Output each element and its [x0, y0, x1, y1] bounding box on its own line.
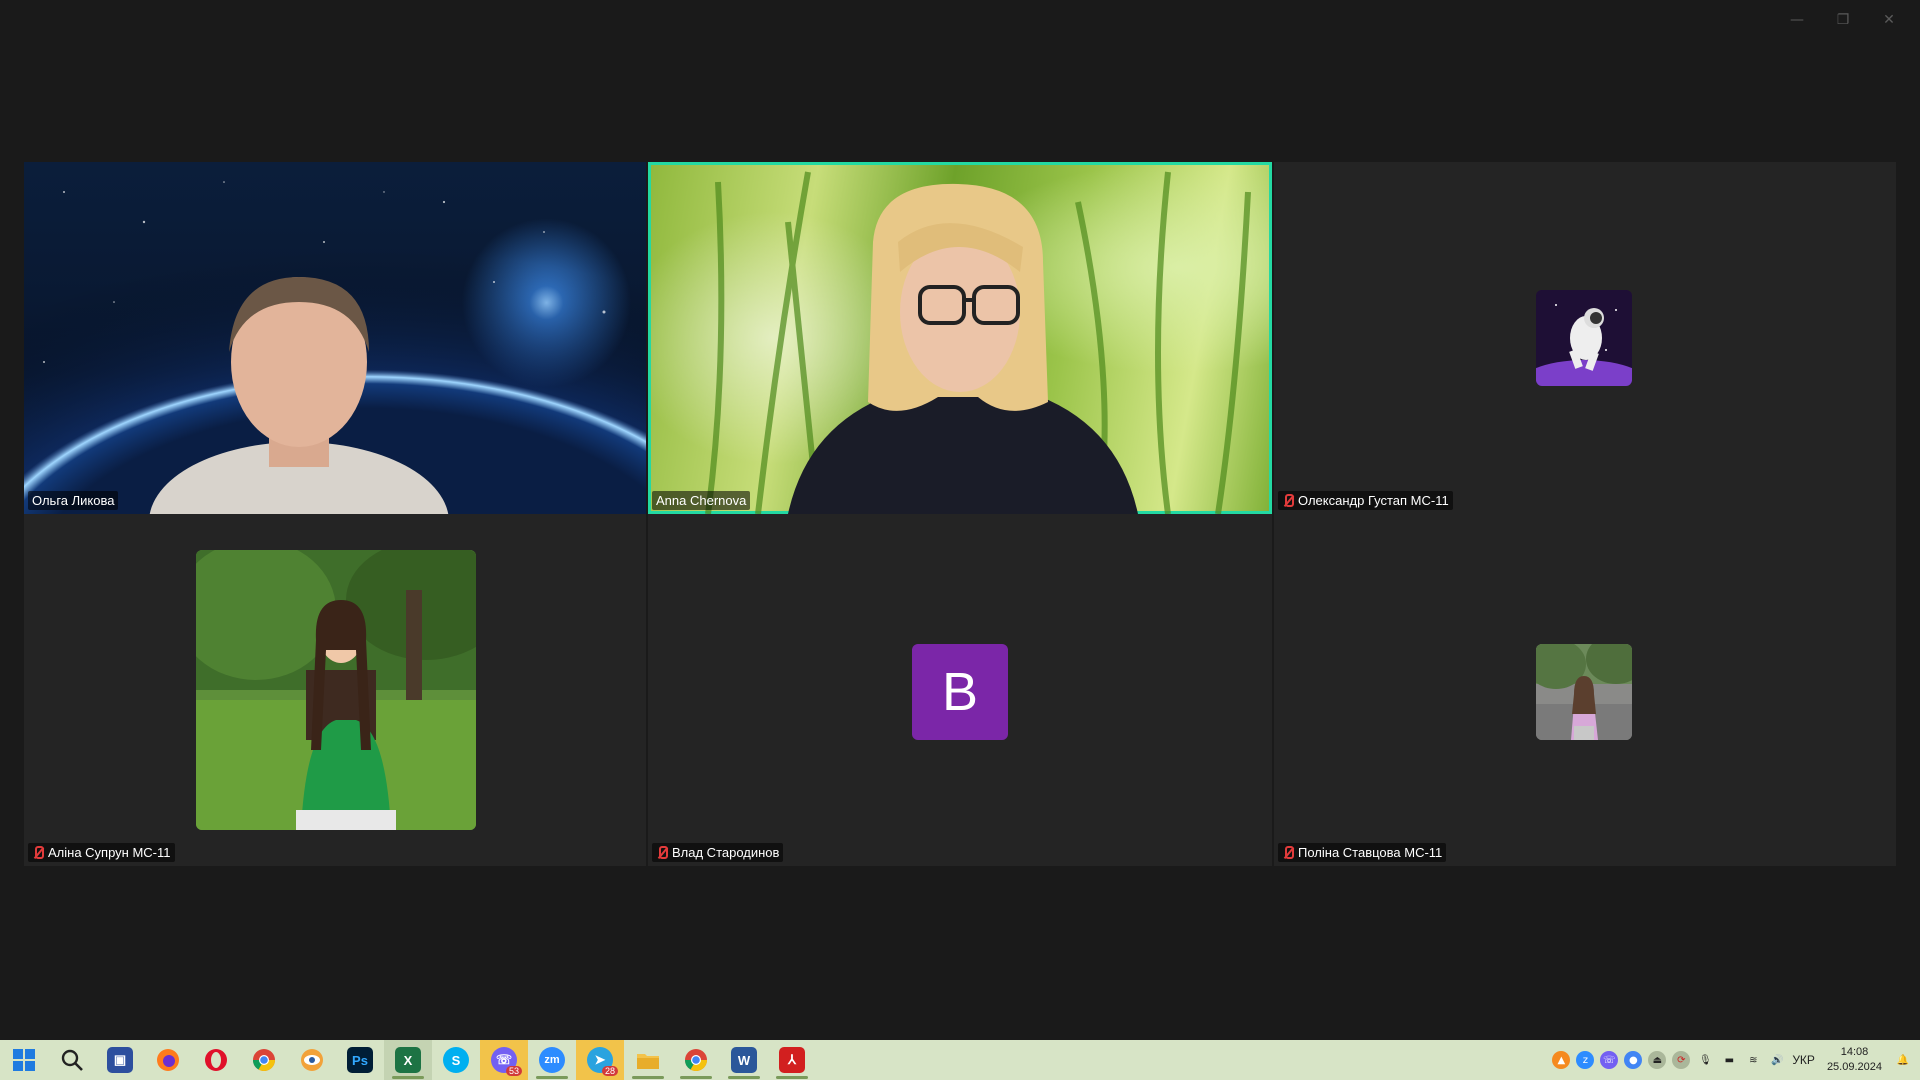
windows-taskbar: ▣ Ps X S ☏ 53 zm ➤ 28 W ⅄ ▲ z ☏ ● ⏏ ⟳ 🎙 … [0, 1040, 1920, 1080]
participant-name-tag: Anna Chernova [652, 491, 751, 510]
save-icon: ▣ [107, 1047, 133, 1073]
acrobat-icon: ⅄ [779, 1047, 805, 1073]
taskbar-app[interactable] [288, 1040, 336, 1080]
video-feed [24, 162, 646, 514]
participant-tile[interactable]: Поліна Ставцова МС-11 [1274, 514, 1896, 866]
taskbar-apps: ▣ Ps X S ☏ 53 zm ➤ 28 W ⅄ [0, 1040, 816, 1080]
video-feed [705, 171, 1251, 514]
start-icon [13, 1049, 35, 1071]
battery-icon[interactable]: ▬ [1720, 1051, 1738, 1069]
zoom-tray-icon[interactable]: z [1576, 1051, 1595, 1069]
profile-photo-icon [196, 550, 476, 830]
skype-icon: S [443, 1047, 469, 1073]
participant-tile-active-speaker[interactable]: Anna Chernova [648, 162, 1272, 514]
microphone-icon[interactable]: 🎙 [1696, 1051, 1714, 1069]
viber-tray-icon[interactable]: ☏ [1600, 1051, 1619, 1069]
avatar [1536, 290, 1632, 386]
taskbar-app[interactable]: ⅄ [768, 1040, 816, 1080]
zoom-meeting-window: — ❐ ✕ Ольга Ликова Anna Chernova Олексан… [0, 0, 1920, 1040]
usb-icon[interactable]: ⏏ [1648, 1051, 1667, 1069]
eye-app-icon [301, 1049, 323, 1071]
minimize-button[interactable]: — [1774, 6, 1820, 34]
participant-tile[interactable]: Ольга Ликова [24, 162, 646, 514]
taskbar-app[interactable] [144, 1040, 192, 1080]
taskbar-app[interactable]: ▣ [96, 1040, 144, 1080]
word-icon: W [731, 1047, 757, 1073]
taskbar-app[interactable]: zm [528, 1040, 576, 1080]
restore-button[interactable]: ❐ [1820, 6, 1866, 34]
excel-icon: X [395, 1047, 421, 1073]
sync-icon[interactable]: ⟳ [1672, 1051, 1691, 1069]
mic-muted-icon [656, 845, 668, 860]
volume-icon[interactable]: 🔊 [1768, 1051, 1786, 1069]
avatar [1536, 644, 1632, 740]
participant-name: Anna Chernova [656, 493, 747, 508]
taskbar-app[interactable]: Ps [336, 1040, 384, 1080]
search-button[interactable] [48, 1040, 96, 1080]
avatar-initial: B [912, 644, 1008, 740]
participant-name: Олександр Густап МС-11 [1298, 493, 1449, 508]
participant-name: Ольга Ликова [32, 493, 115, 508]
zoom-icon: zm [539, 1047, 565, 1073]
window-controls: — ❐ ✕ [1774, 6, 1912, 34]
participant-name-tag: Олександр Густап МС-11 [1278, 491, 1453, 510]
chrome-icon-2 [685, 1049, 707, 1071]
participant-tile[interactable]: Олександр Густап МС-11 [1274, 162, 1896, 514]
photoshop-icon: Ps [347, 1047, 373, 1073]
participant-name-tag: Поліна Ставцова МС-11 [1278, 843, 1447, 862]
gallery-grid: Ольга Ликова Anna Chernova Олександр Гус… [24, 162, 1896, 866]
language-indicator[interactable]: УКР [1792, 1053, 1815, 1067]
close-button[interactable]: ✕ [1866, 6, 1912, 34]
participant-tile[interactable]: B Влад Стародинов [648, 514, 1272, 866]
taskbar-app[interactable]: ➤ 28 [576, 1040, 624, 1080]
participant-name-tag: Аліна Супрун МС-11 [28, 843, 175, 862]
avatar [196, 550, 476, 830]
opera-icon [205, 1049, 227, 1071]
participant-name-tag: Ольга Ликова [28, 491, 119, 510]
mic-muted-icon [32, 845, 44, 860]
taskbar-app[interactable] [240, 1040, 288, 1080]
firefox-icon [157, 1049, 179, 1071]
file-explorer-icon [637, 1054, 659, 1069]
participant-tile[interactable]: Аліна Супрун МС-11 [24, 514, 646, 866]
taskbar-app[interactable]: ☏ 53 [480, 1040, 528, 1080]
taskbar-app[interactable]: W [720, 1040, 768, 1080]
astronaut-avatar-icon [1536, 290, 1632, 386]
taskbar-app[interactable] [192, 1040, 240, 1080]
avast-icon[interactable]: ▲ [1552, 1051, 1571, 1069]
profile-photo-icon [1536, 644, 1632, 740]
mic-muted-icon [1282, 493, 1294, 508]
notification-badge: 28 [601, 1066, 618, 1076]
clock[interactable]: 14:08 25.09.2024 [1827, 1045, 1882, 1075]
participant-name: Аліна Супрун МС-11 [48, 845, 171, 860]
mic-muted-icon [1282, 845, 1294, 860]
participant-name: Поліна Ставцова МС-11 [1298, 845, 1443, 860]
clock-time: 14:08 [1840, 1046, 1869, 1058]
system-tray: ▲ z ☏ ● ⏏ ⟳ 🎙 ▬ ≋ 🔊 УКР 14:08 25.09.2024… [1552, 1040, 1920, 1080]
notification-icon[interactable]: 🔔 [1894, 1051, 1912, 1069]
chrome-icon [253, 1049, 275, 1071]
participant-name-tag: Влад Стародинов [652, 843, 784, 862]
wifi-icon[interactable]: ≋ [1744, 1051, 1762, 1069]
taskbar-app[interactable] [672, 1040, 720, 1080]
chrome-tray-icon[interactable]: ● [1624, 1051, 1643, 1069]
taskbar-app[interactable] [624, 1040, 672, 1080]
notification-badge: 53 [505, 1066, 522, 1076]
start-button[interactable] [0, 1040, 48, 1080]
taskbar-app[interactable]: X [384, 1040, 432, 1080]
participant-name: Влад Стародинов [672, 845, 780, 860]
clock-date: 25.09.2024 [1826, 1061, 1882, 1073]
taskbar-app[interactable]: S [432, 1040, 480, 1080]
search-icon [61, 1049, 83, 1071]
